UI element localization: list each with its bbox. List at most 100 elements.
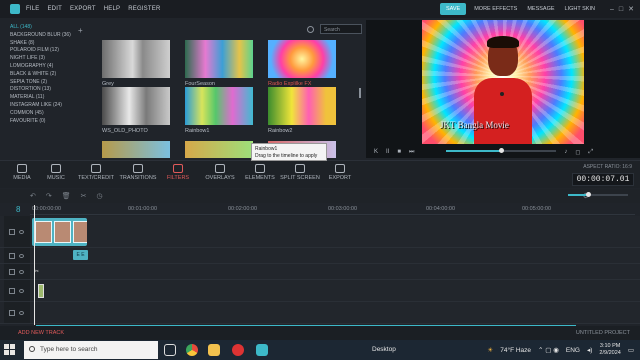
category-item[interactable]: FAVOURITE (0) xyxy=(10,118,90,126)
effect-thumb-radio-explike[interactable] xyxy=(268,40,336,78)
category-item[interactable]: INSTAGRAM LIKE (24) xyxy=(10,102,90,110)
tool-filters[interactable]: FILTERS xyxy=(156,164,200,181)
file-explorer-icon[interactable] xyxy=(208,344,220,356)
aspect-ratio[interactable]: ASPECT RATIO: 16:9 xyxy=(583,164,632,170)
menu-register[interactable]: REGISTER xyxy=(128,6,160,12)
redo-icon[interactable]: ↷ xyxy=(46,192,52,200)
fullscreen-icon[interactable]: ⤢ xyxy=(588,149,593,156)
audio-clip[interactable]: E E xyxy=(73,250,88,260)
category-item[interactable]: MATERIAL (11) xyxy=(10,94,90,102)
video-clip[interactable] xyxy=(32,218,87,246)
menu-help[interactable]: HELP xyxy=(104,6,120,12)
effect-thumb-row3[interactable] xyxy=(185,141,253,158)
playback-progress[interactable] xyxy=(446,148,556,153)
category-item[interactable]: NIGHT LIFE (3) xyxy=(10,55,90,63)
overlay-track[interactable] xyxy=(0,280,640,302)
eye-icon[interactable] xyxy=(19,253,24,258)
category-item[interactable]: DISTORTION (13) xyxy=(10,86,90,94)
add-new-track-button[interactable]: ADD NEW TRACK xyxy=(18,330,64,336)
lock-icon[interactable] xyxy=(9,309,15,316)
category-item[interactable]: POLAROID FILM (12) xyxy=(10,47,90,55)
effect-thumb-rainbow1[interactable] xyxy=(185,87,253,125)
category-item[interactable]: BLACK & WHITE (2) xyxy=(10,71,90,79)
effect-thumb-fourseason[interactable] xyxy=(185,40,253,78)
minimize-icon[interactable]: – xyxy=(610,6,614,13)
eye-icon[interactable] xyxy=(19,269,24,274)
effect-thumb-grey[interactable] xyxy=(102,40,170,78)
recorder-icon[interactable] xyxy=(232,344,244,356)
effect-thumb-ws-old-photo[interactable] xyxy=(102,87,170,125)
tool-transitions[interactable]: TRANSITIONS xyxy=(116,164,160,181)
lock-icon[interactable] xyxy=(9,252,15,259)
category-item[interactable]: SEPIA TONE (2) xyxy=(10,79,90,87)
volume-icon[interactable]: ♪ xyxy=(564,149,567,155)
eye-icon[interactable] xyxy=(19,229,24,234)
notification-icon[interactable]: ▭ xyxy=(628,346,634,354)
tool-split-screen[interactable]: SPLIT SCREEN xyxy=(278,164,322,181)
menu-bar: FILE EDIT EXPORT HELP REGISTER SAVE MORE… xyxy=(0,0,640,18)
zoom-slider[interactable] xyxy=(568,192,628,197)
effect-thumb-rainbow2[interactable] xyxy=(268,87,336,125)
zoom-knob[interactable] xyxy=(586,192,591,197)
lock-icon[interactable] xyxy=(9,228,15,235)
category-item[interactable]: COMMON (45) xyxy=(10,110,90,118)
search-input[interactable]: Search xyxy=(320,24,362,34)
lock-icon[interactable] xyxy=(9,268,15,275)
stop-icon[interactable]: ■ xyxy=(397,149,401,155)
snapshot-icon[interactable]: ◻ xyxy=(575,149,580,156)
speaker-icon[interactable] xyxy=(19,310,24,315)
tool-elements[interactable]: ELEMENTS xyxy=(238,164,282,181)
category-item[interactable]: LOMOGRAPHY (4) xyxy=(10,63,90,71)
lock-icon[interactable] xyxy=(9,287,15,294)
skip-forward-icon[interactable]: ⏭ xyxy=(409,149,414,156)
close-icon[interactable]: ✕ xyxy=(628,5,634,13)
chrome-icon[interactable] xyxy=(186,344,198,356)
filmora-icon[interactable] xyxy=(256,344,268,356)
delete-icon[interactable]: 🗑 xyxy=(62,192,71,200)
category-item[interactable]: SHAKE (8) xyxy=(10,40,90,48)
preview-video[interactable]: JKT Bangla Movie xyxy=(422,20,584,144)
speaker-icon[interactable]: ◂) xyxy=(587,346,592,354)
weather-icon[interactable]: ☀ xyxy=(487,346,493,354)
clock[interactable]: 3:10 PM 2/9/2024 xyxy=(599,343,620,357)
taskbar-search[interactable]: Type here to search xyxy=(24,341,158,359)
weather-text[interactable]: 74°F Haze xyxy=(500,347,531,354)
skip-back-icon[interactable]: K xyxy=(374,149,378,155)
grid-scrollbar[interactable] xyxy=(359,88,361,98)
overlay-clip[interactable] xyxy=(38,284,44,298)
lapel-mic xyxy=(500,92,504,96)
start-tile xyxy=(4,350,9,355)
menu-edit[interactable]: EDIT xyxy=(47,6,61,12)
tray-icons[interactable]: ⌃ ▢ ◉ xyxy=(538,346,559,354)
maximize-icon[interactable]: □ xyxy=(619,6,623,13)
timeline-ruler[interactable]: 00:00:00:00 00:01:00:00 00:02:00:00 00:0… xyxy=(30,205,635,215)
tool-export[interactable]: EXPORT xyxy=(318,164,362,181)
tool-overlays[interactable]: OVERLAYS xyxy=(198,164,242,181)
undo-icon[interactable]: ↶ xyxy=(30,192,36,200)
light-skin-button[interactable]: LIGHT SKIN xyxy=(565,6,595,12)
language-indicator[interactable]: ENG xyxy=(566,347,580,354)
effect-track[interactable]: ✂ xyxy=(0,264,640,280)
message-button[interactable]: MESSAGE xyxy=(527,6,554,12)
music-track[interactable] xyxy=(0,302,640,324)
cut-icon[interactable]: ✂ xyxy=(81,192,87,200)
windows-start-icon[interactable] xyxy=(4,344,16,356)
effect-thumb-row3[interactable] xyxy=(102,141,170,158)
desktop-label[interactable]: Desktop xyxy=(372,346,396,353)
playback-knob[interactable] xyxy=(499,148,504,153)
timer-icon[interactable]: ◷ xyxy=(97,192,103,200)
audio-track[interactable]: E E xyxy=(0,248,640,264)
add-category-icon[interactable]: + xyxy=(78,26,83,35)
play-pause-icon[interactable]: II xyxy=(386,149,389,155)
task-view-icon[interactable] xyxy=(164,344,176,356)
timeline-playhead[interactable] xyxy=(34,205,35,325)
menu-export[interactable]: EXPORT xyxy=(70,6,96,12)
menu-file[interactable]: FILE xyxy=(26,6,39,12)
more-effects-button[interactable]: MORE EFFECTS xyxy=(474,6,517,12)
save-button[interactable]: SAVE xyxy=(439,3,467,15)
tool-text-credit[interactable]: TEXT/CREDIT xyxy=(74,164,118,181)
tool-music[interactable]: MUSIC xyxy=(34,164,78,181)
eye-icon[interactable] xyxy=(19,288,24,293)
video-track[interactable] xyxy=(0,216,640,248)
ruler-tick: 00:04:00:00 xyxy=(426,206,456,212)
